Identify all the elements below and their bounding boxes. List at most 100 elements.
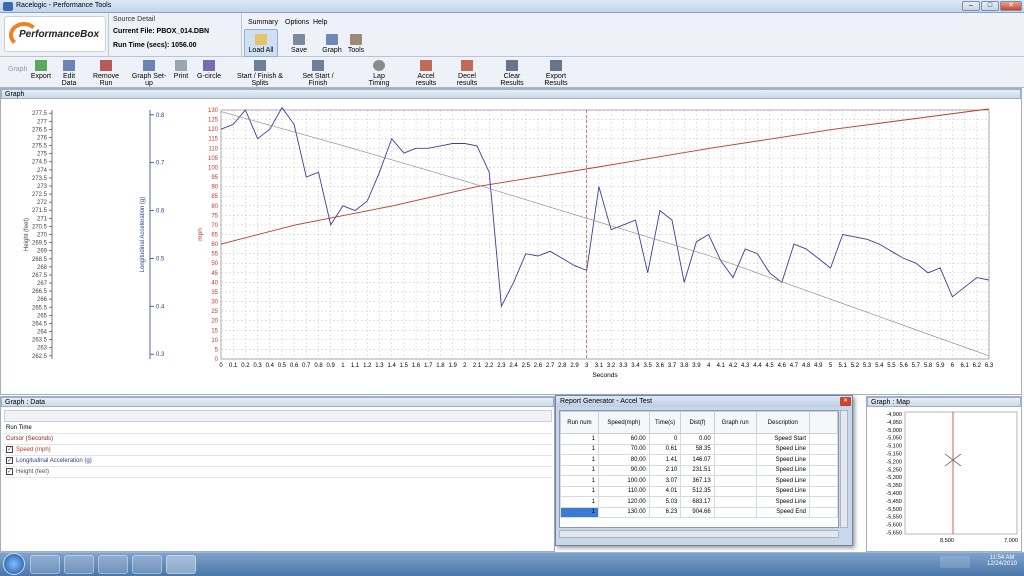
report-table: Run num Speed(mph) Time(s) Dist(f) Graph run…: [559, 410, 839, 528]
report-row[interactable]: 1 80.00 1.41 146.07 Speed Line: [560, 454, 838, 466]
report-cell: 1: [560, 485, 599, 497]
explorer-taskbar-icon[interactable]: [30, 555, 60, 574]
map-plot[interactable]: -4,900-4,950-5,000-5,050-5,100-5,150-5,2…: [867, 408, 1021, 551]
report-close-button[interactable]: ✕: [840, 397, 851, 406]
flag-icon: [312, 60, 324, 71]
app-icon: [3, 2, 13, 11]
height-tick-label: 274.5: [32, 160, 48, 166]
report-horizontal-scrollbar[interactable]: [559, 530, 839, 538]
load-all-button[interactable]: Load All: [245, 34, 277, 54]
g-circle-icon: [203, 60, 215, 71]
graph-tab[interactable]: Graph: [8, 66, 27, 73]
report-row[interactable]: 1 130.00 6.23 904.66 Speed End: [560, 506, 838, 518]
x-tick-label: 0.6: [290, 363, 299, 369]
data-row-height[interactable]: ✓ Height (feet): [4, 467, 552, 478]
x-tick-label: 3.7: [668, 363, 677, 369]
report-column-header[interactable]: Speed(mph): [597, 411, 650, 434]
report-row[interactable]: 1 60.00 0 0.00 Speed Start: [560, 433, 838, 445]
close-button[interactable]: ✕: [1000, 1, 1022, 11]
x-tick-label: 3.1: [595, 363, 604, 369]
system-tray-icons[interactable]: [940, 556, 970, 568]
report-row[interactable]: 1 100.00 3.07 367.13 Speed Line: [560, 475, 838, 487]
speed-tick-label: 35: [211, 290, 218, 296]
speed-checkbox[interactable]: ✓: [6, 445, 13, 453]
media-taskbar-icon[interactable]: [132, 555, 162, 574]
speed-tick-label: 120: [208, 127, 219, 133]
report-header-filler: [809, 411, 838, 434]
folder-icon: [255, 34, 267, 45]
map-y-tick-label: -5,450: [886, 499, 902, 505]
report-cell: 80.00: [597, 454, 650, 466]
report-row[interactable]: 1 90.00 2.10 231.51 Speed Line: [560, 464, 838, 476]
accel-tick-label: 0.4: [156, 304, 165, 310]
set-start-finish-button[interactable]: Set Start / Finish: [294, 60, 342, 87]
menu-help[interactable]: Help: [313, 19, 327, 26]
decel-results-button[interactable]: Decel results: [449, 60, 485, 87]
map-y-tick-label: -5,000: [886, 428, 902, 434]
speed-tick-label: 55: [211, 252, 218, 258]
accel-results-button[interactable]: Accel results: [408, 60, 444, 87]
graph-panel-title: Graph: [1, 89, 1021, 99]
report-column-header[interactable]: Graph run: [713, 411, 757, 434]
start-finish-splits-button[interactable]: Start / Finish & Splits: [230, 60, 290, 87]
x-tick-label: 1.2: [363, 363, 372, 369]
g-circle-button[interactable]: G-circle: [196, 60, 222, 80]
report-cell: 0.00: [680, 433, 715, 445]
data-row-longitudinal[interactable]: ✓ Longitudinal Acceleration (g): [4, 456, 552, 467]
graph-button[interactable]: Graph: [318, 34, 346, 54]
report-row[interactable]: 1 70.00 0.61 58.35 Speed Line: [560, 443, 838, 455]
report-cell: [713, 464, 757, 476]
clock[interactable]: 11:54 AM 12/24/2010: [982, 555, 1022, 567]
remove-run-button[interactable]: Remove Run: [86, 60, 126, 87]
report-row[interactable]: 1 110.00 4.01 512.35 Speed Line: [560, 485, 838, 497]
height-checkbox[interactable]: ✓: [6, 467, 13, 475]
lap-timing-button[interactable]: Lap Timing: [362, 60, 396, 87]
performance-box-taskbar-icon[interactable]: [166, 555, 196, 574]
edit-data-button[interactable]: Edit Data: [55, 60, 83, 87]
performance-chart[interactable]: 0510152025303540455055606570758085909510…: [2, 100, 1020, 394]
graph-setup-button[interactable]: Graph Set-up: [128, 60, 170, 87]
export-button[interactable]: Export: [30, 60, 52, 80]
print-button[interactable]: Print: [172, 60, 190, 80]
menu-summary[interactable]: Summary: [248, 19, 278, 26]
x-tick-label: 0: [219, 363, 223, 369]
report-cell: 904.66: [680, 506, 715, 518]
stopwatch-icon: [373, 60, 385, 71]
tools-button[interactable]: Tools: [345, 34, 367, 54]
report-cell: Speed Line: [755, 475, 811, 487]
start-button[interactable]: [3, 553, 25, 575]
x-tick-label: 1.7: [424, 363, 433, 369]
x-tick-label: 0.4: [266, 363, 275, 369]
graph-panel: Graph 0 5 10 15 20 25 30 35 40 45 50 55 60 65 70 75 80 85…: [0, 88, 1022, 395]
maximize-button[interactable]: □: [981, 1, 999, 11]
data-row-speed[interactable]: ✓ Speed (mph): [4, 445, 552, 456]
minimize-button[interactable]: –: [962, 1, 980, 11]
report-column-header[interactable]: Dist(f): [680, 411, 715, 434]
report-column-header[interactable]: Description: [755, 411, 811, 434]
export-results-button[interactable]: Export Results: [536, 60, 576, 87]
clear-results-button[interactable]: Clear Results: [494, 60, 530, 87]
menu-options[interactable]: Options: [285, 19, 309, 26]
x-tick-label: 5.7: [912, 363, 921, 369]
x-tick-label: 3.6: [656, 363, 665, 369]
report-row[interactable]: 1 120.00 5.03 683.17 Speed Line: [560, 496, 838, 508]
speed-label: Speed (mph): [16, 447, 51, 453]
internet-explorer-taskbar-icon[interactable]: [64, 555, 94, 574]
height-tick-label: 277.5: [32, 111, 48, 117]
height-tick-label: 265.5: [32, 305, 48, 311]
map-y-tick-label: -5,600: [886, 523, 902, 529]
save-button[interactable]: Save: [285, 34, 313, 54]
save-label: Save: [291, 47, 307, 54]
messenger-taskbar-icon[interactable]: [98, 555, 128, 574]
report-vertical-scrollbar[interactable]: [840, 410, 848, 528]
report-column-header[interactable]: Time(s): [648, 411, 682, 434]
report-column-header[interactable]: Run num: [560, 411, 599, 434]
speed-tick-label: 80: [211, 204, 218, 210]
map-x-tick-label: 7,000: [1004, 538, 1018, 544]
speed-tick-label: 60: [211, 242, 218, 248]
export-results-label: Export Results: [544, 73, 568, 87]
x-tick-label: 2.7: [546, 363, 555, 369]
clock-date: 12/24/2010: [986, 561, 1018, 567]
accel-tick-label: 0.8: [156, 113, 165, 119]
longitudinal-checkbox[interactable]: ✓: [6, 456, 13, 464]
